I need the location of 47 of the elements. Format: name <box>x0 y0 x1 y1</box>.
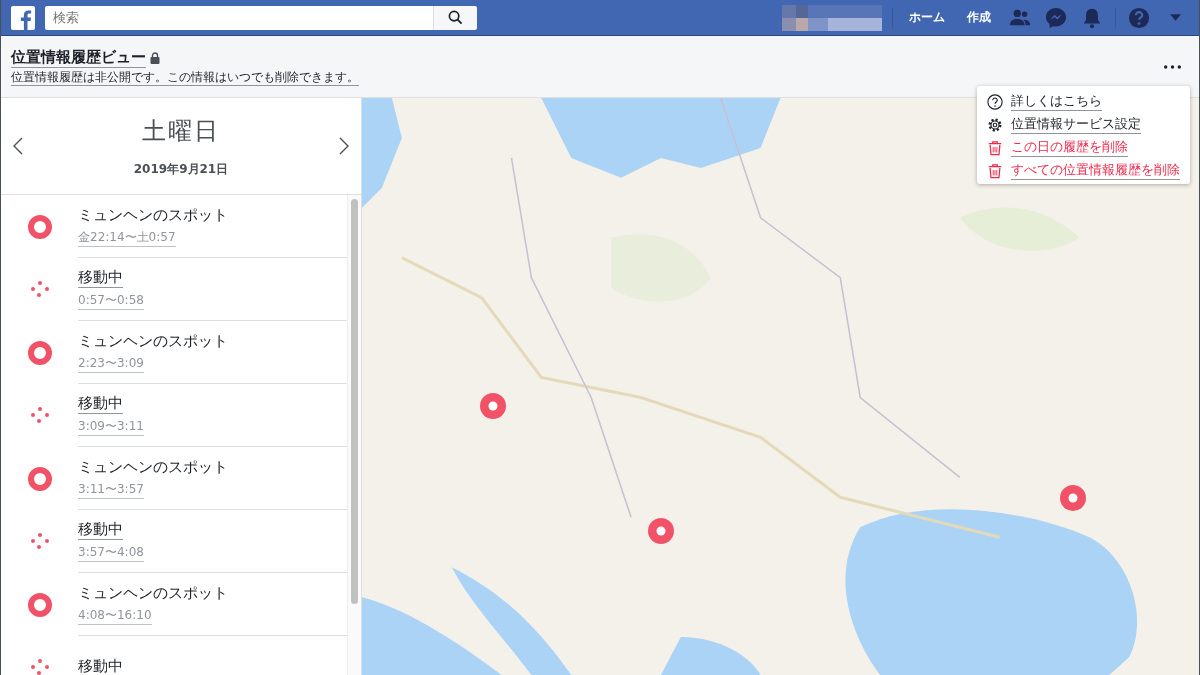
messenger-icon[interactable] <box>1045 6 1067 29</box>
timeline-item-title[interactable]: 移動中 <box>78 520 123 540</box>
moving-icon <box>30 658 49 675</box>
logo-icon[interactable] <box>11 5 35 30</box>
moving-icon <box>30 532 49 551</box>
page-title[interactable]: 位置情報履歴ビュー <box>11 47 146 68</box>
date-label: 2019年9月21日 <box>133 160 229 178</box>
scrollbar-thumb[interactable] <box>351 199 358 604</box>
menu-item[interactable]: 詳しくはこちら <box>1011 92 1102 111</box>
next-day-icon[interactable] <box>339 137 349 155</box>
bell-icon[interactable] <box>1081 6 1103 29</box>
timeline-item-title[interactable]: ミュンヘンのスポット <box>78 457 228 477</box>
trash-icon <box>987 139 1003 156</box>
lock-icon <box>150 51 160 64</box>
previous-day-icon[interactable] <box>13 137 23 155</box>
timeline-item-title[interactable]: ミュンヘンのスポット <box>78 331 228 351</box>
timeline-item-title[interactable]: 移動中 <box>78 268 123 288</box>
nav-link[interactable]: 作成 <box>961 9 997 26</box>
moving-icon <box>30 280 49 299</box>
menu-item[interactable]: この日の履歴を削除 <box>1011 138 1128 157</box>
menu-item[interactable]: すべての位置情報履歴を削除 <box>1011 161 1180 180</box>
question-icon <box>987 93 1003 110</box>
timeline-item-title[interactable]: ミュンヘンのスポット <box>78 205 228 225</box>
privacy-note[interactable]: 位置情報履歴は非公開です。この情報はいつでも削除できます。 <box>11 69 359 86</box>
trash-icon <box>987 162 1003 179</box>
place-icon <box>27 466 52 491</box>
map-pin[interactable] <box>1059 484 1087 512</box>
place-icon <box>27 592 52 617</box>
help-icon[interactable] <box>1128 6 1150 29</box>
timeline-item-title[interactable]: 移動中 <box>78 657 123 675</box>
map-pin[interactable] <box>647 517 675 545</box>
map-pin[interactable] <box>479 392 507 420</box>
weekday-label: 土曜日 <box>142 115 220 147</box>
search-field[interactable]: 検索 <box>45 5 433 30</box>
nav-link[interactable]: ホーム <box>903 9 951 26</box>
more-icon[interactable] <box>1164 64 1181 69</box>
search-icon <box>448 10 463 25</box>
moving-icon <box>30 406 49 425</box>
blurred-profile[interactable] <box>782 4 882 31</box>
timeline-item-title[interactable]: ミュンヘンのスポット <box>78 583 228 603</box>
timeline-item-title[interactable]: 移動中 <box>78 394 123 414</box>
search-button[interactable] <box>433 5 477 30</box>
place-icon <box>27 214 52 239</box>
menu-item[interactable]: 位置情報サービス設定 <box>1011 115 1141 134</box>
place-icon <box>27 340 52 365</box>
caret-icon[interactable] <box>1170 14 1181 21</box>
gear-icon <box>987 116 1003 133</box>
